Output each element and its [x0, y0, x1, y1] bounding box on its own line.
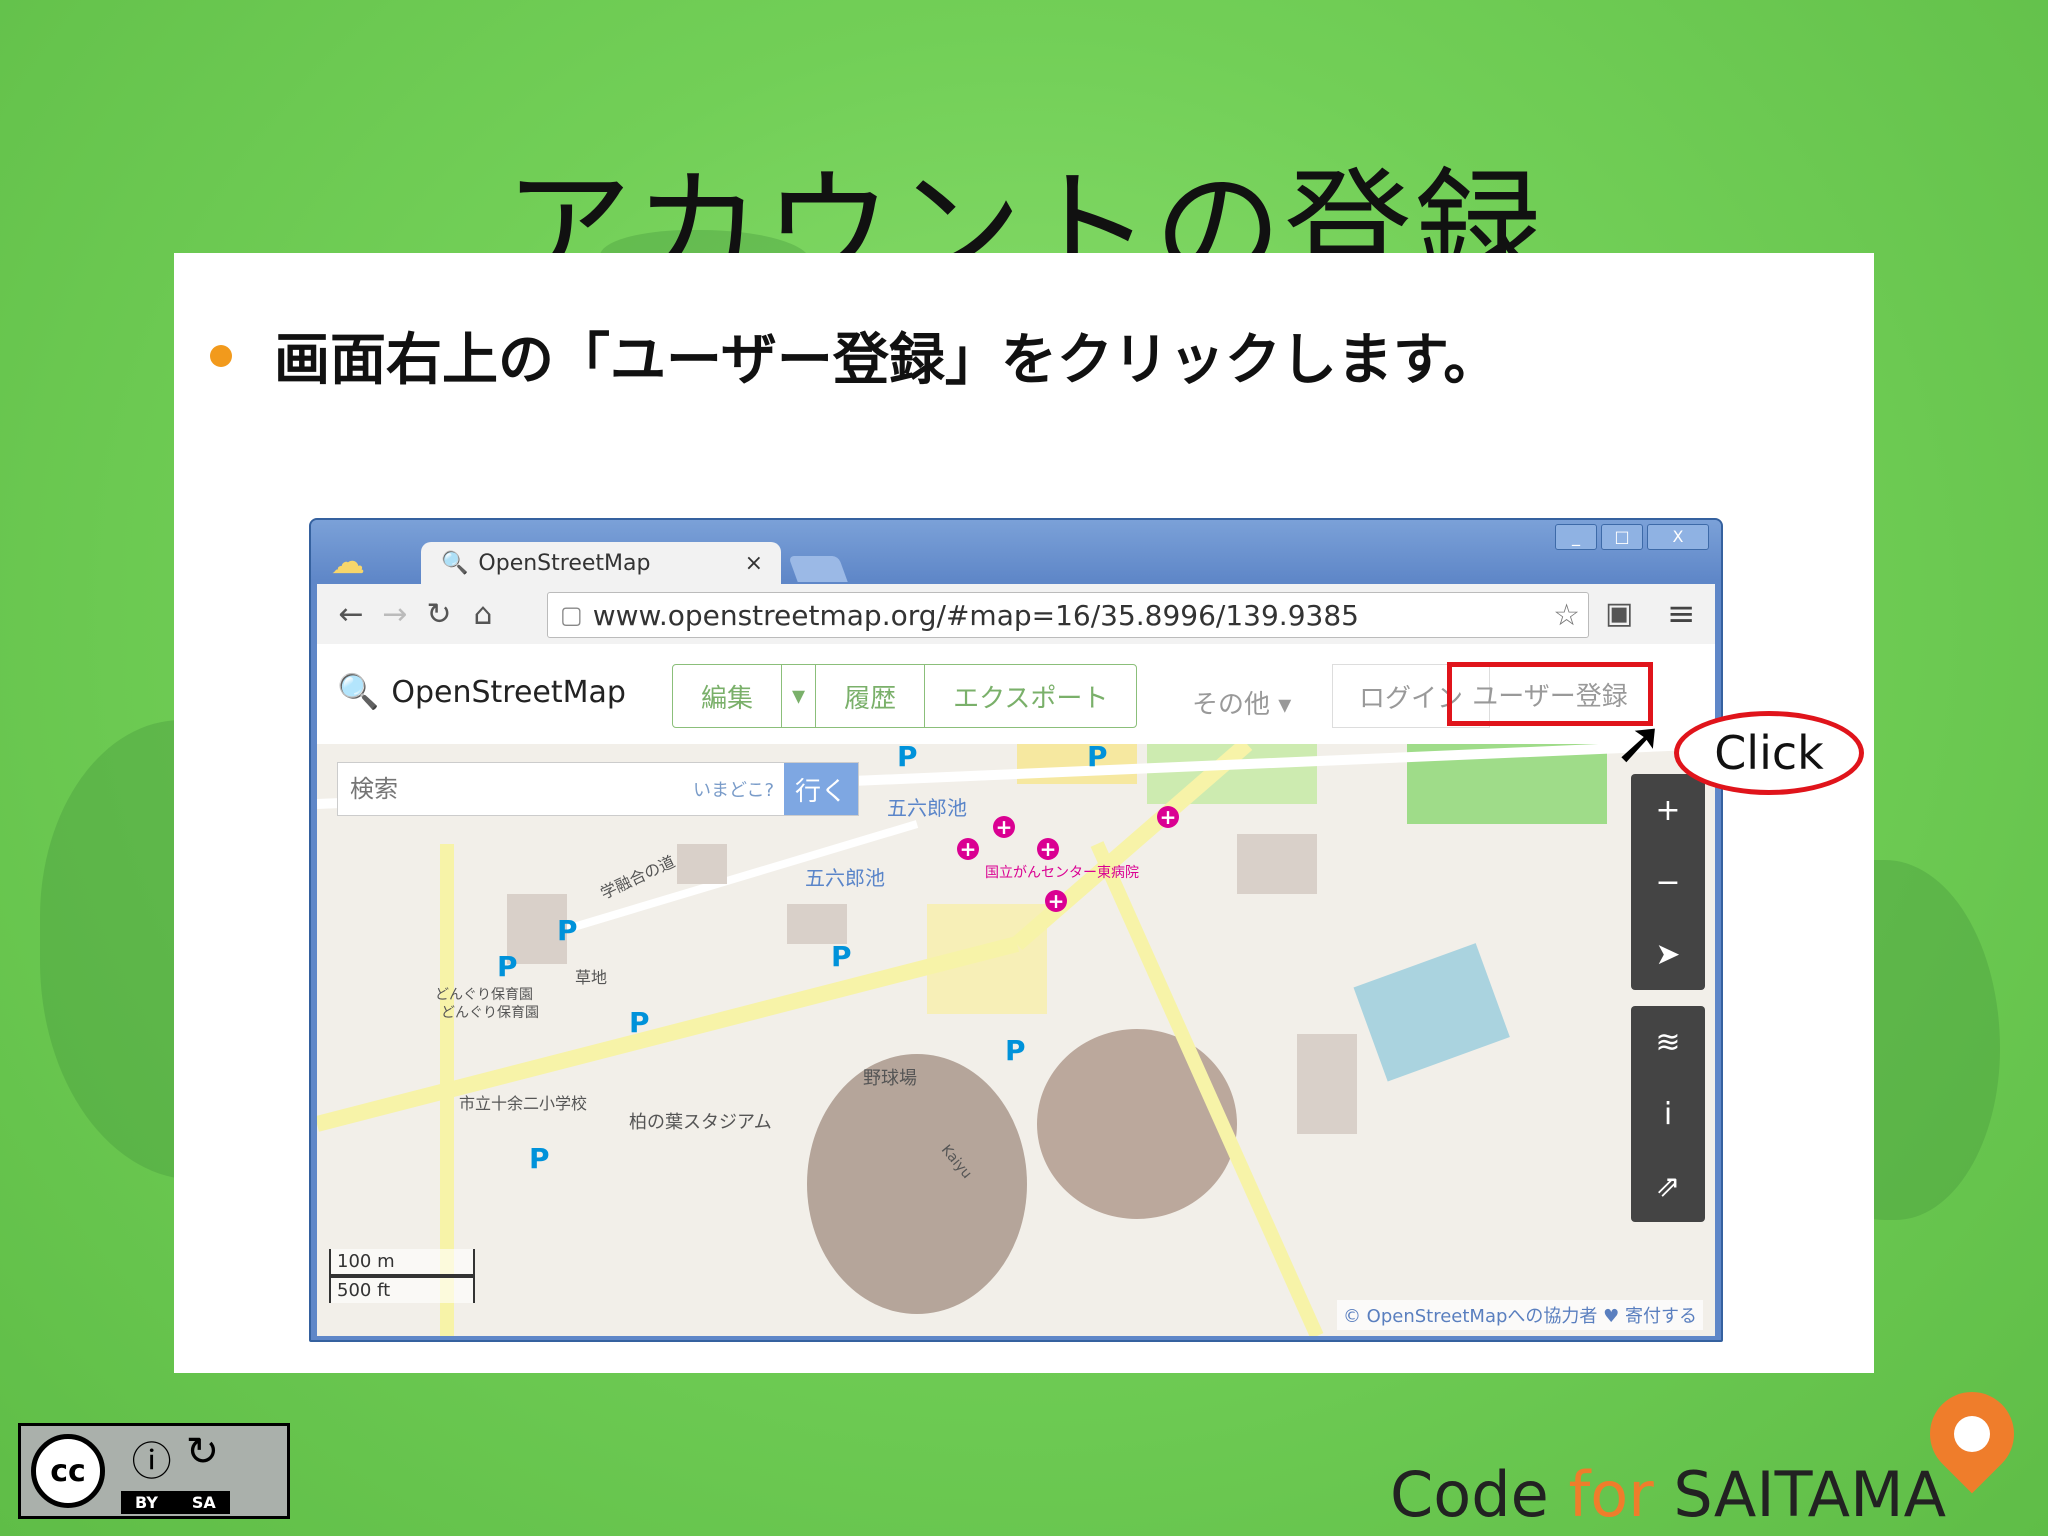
zoom-controls: + − ➤ [1631, 774, 1705, 990]
parking-icon: P [1005, 1034, 1026, 1067]
hospital-icon: + [1045, 890, 1067, 912]
hospital-icon: + [957, 838, 979, 860]
osm-nav-group: 編集 ▾ 履歴 エクスポート [672, 664, 1138, 728]
scale-imperial: 500 ft [329, 1276, 475, 1303]
zoom-out-button[interactable]: − [1631, 846, 1705, 918]
reload-icon[interactable]: ↻ [417, 597, 461, 632]
logo-code: Code [1390, 1458, 1569, 1531]
map-tools: ≋ i ⇗ [1631, 1006, 1705, 1222]
hospital-icon: + [1157, 806, 1179, 828]
map-label-baseball: 野球場 [863, 1068, 917, 1089]
tab-title: OpenStreetMap [478, 550, 651, 576]
map-search-box: いまどこ? 行く [337, 762, 859, 816]
building [1237, 834, 1317, 894]
stadium-area [807, 1054, 1027, 1314]
tab-close-icon[interactable]: × [745, 551, 763, 576]
parking-icon: P [629, 1006, 650, 1039]
back-icon[interactable]: ← [329, 597, 373, 632]
browser-window: ☁ 🔍 OpenStreetMap × _ □ X ← → ↻ ⌂ ▢ www.… [309, 518, 1723, 1342]
info-button[interactable]: i [1631, 1078, 1705, 1150]
map-label-stadium: 柏の葉スタジアム [629, 1112, 772, 1133]
where-am-i-link[interactable]: いまどこ? [693, 776, 774, 802]
history-button[interactable]: 履歴 [816, 665, 926, 727]
map-label-hospital: 国立がんセンター東病院 [985, 865, 1139, 881]
search-input[interactable] [338, 774, 693, 804]
search-go-button[interactable]: 行く [784, 763, 858, 815]
osm-logo[interactable]: 🔍 OpenStreetMap [337, 672, 626, 712]
scale-metric: 100 m [329, 1249, 475, 1276]
baseball-area [1037, 1029, 1237, 1219]
osm-logo-text: OpenStreetMap [391, 674, 626, 710]
hospital-icon: + [993, 816, 1015, 838]
building [1297, 1034, 1357, 1134]
url-text: www.openstreetmap.org/#map=16/35.8996/13… [592, 598, 1359, 632]
click-callout: Click [1674, 711, 1864, 795]
bullet-dot [210, 344, 232, 367]
weather-icon: ☁ [331, 542, 365, 582]
forward-icon[interactable]: → [373, 597, 417, 632]
code-for-saitama-logo: Code for SAITAMA [1390, 1458, 1946, 1531]
cc-by-sa: ⓘ ↻ BY SA [121, 1429, 230, 1514]
map-label-pond: 五六郎池 [805, 866, 885, 890]
menu-icon[interactable]: ≡ [1667, 594, 1696, 634]
logo-for: for [1568, 1458, 1654, 1531]
instruction-text: 画面右上の「ユーザー登録」をクリックします。 [274, 328, 1500, 393]
bookmark-star-icon[interactable]: ☆ [1553, 598, 1580, 633]
content-panel: 画面右上の「ユーザー登録」をクリックします。 ☁ 🔍 OpenStreetMap… [174, 253, 1874, 1373]
cc-sa-label: SA [191, 1492, 216, 1512]
instruction-bullet: 画面右上の「ユーザー登録」をクリックします。 [210, 315, 1499, 396]
map-label-meadow: 草地 [575, 968, 608, 987]
logo-saitama: SAITAMA [1653, 1458, 1946, 1531]
window-controls: _ □ X [1555, 524, 1709, 550]
home-icon[interactable]: ⌂ [461, 597, 505, 632]
minimize-button[interactable]: _ [1555, 524, 1597, 550]
parking-icon: P [529, 1142, 550, 1175]
cc-by-label: BY [135, 1492, 158, 1512]
maximize-button[interactable]: □ [1601, 524, 1643, 550]
map-label-school: 市立十余二小学校 [459, 1094, 588, 1113]
map-controls: + − ➤ ≋ i ⇗ [1631, 774, 1705, 1222]
map-pin-hole [1954, 1416, 1990, 1452]
edit-button[interactable]: 編集 [673, 665, 783, 727]
cc-license-badge: cc ⓘ ↻ BY SA [18, 1423, 290, 1519]
mouse-cursor-icon: ➚ [1614, 708, 1665, 778]
water-area [1353, 943, 1510, 1082]
map-label-pond: 五六郎池 [887, 796, 967, 820]
extension-icon[interactable]: ▣ [1605, 596, 1633, 631]
map-attribution[interactable]: © OpenStreetMapへの協力者 ♥ 寄付する [1336, 1300, 1703, 1330]
map-scale: 100 m 500 ft [329, 1249, 475, 1303]
page-icon: ▢ [560, 601, 583, 629]
export-button[interactable]: エクスポート [925, 665, 1136, 727]
share-alike-icon: ↻ [185, 1428, 220, 1475]
browser-toolbar: ← → ↻ ⌂ ▢ www.openstreetmap.org/#map=16/… [317, 584, 1715, 644]
osm-favicon-icon: 🔍 [441, 550, 469, 576]
address-bar[interactable]: ▢ www.openstreetmap.org/#map=16/35.8996/… [547, 592, 1589, 638]
parking-icon: P [497, 950, 518, 983]
hospital-icon: + [1037, 838, 1059, 860]
other-menu[interactable]: その他 ▾ [1192, 684, 1291, 721]
edit-dropdown-button[interactable]: ▾ [782, 665, 817, 727]
parking-icon: P [831, 940, 852, 973]
browser-tab[interactable]: 🔍 OpenStreetMap × [421, 542, 781, 584]
cc-icon: cc [31, 1434, 105, 1508]
new-tab-button[interactable] [788, 556, 848, 582]
close-window-button[interactable]: X [1647, 524, 1709, 550]
map-label-nursery: どんぐり保育園 [435, 987, 533, 1003]
browser-titlebar: ☁ 🔍 OpenStreetMap × _ □ X [311, 520, 1721, 584]
map-canvas[interactable]: いまどこ? 行く 五六郎池 五六郎池 国立がんセンター東病院 学融合の道 草地 … [317, 744, 1715, 1336]
locate-button[interactable]: ➤ [1631, 918, 1705, 990]
attribution-icon: ⓘ [131, 1438, 172, 1485]
share-button[interactable]: ⇗ [1631, 1150, 1705, 1222]
building [677, 844, 727, 884]
osm-magnifier-icon: 🔍 [337, 672, 380, 712]
parking-icon: P [1087, 744, 1108, 773]
parking-icon: P [557, 914, 578, 947]
osm-header: 🔍 OpenStreetMap 編集 ▾ 履歴 エクスポート その他 ▾ ログイ… [317, 644, 1715, 744]
layers-button[interactable]: ≋ [1631, 1006, 1705, 1078]
map-label-nursery: どんぐり保育園 [441, 1005, 539, 1021]
building [787, 904, 847, 944]
zoom-in-button[interactable]: + [1631, 774, 1705, 846]
parking-icon: P [897, 744, 918, 773]
